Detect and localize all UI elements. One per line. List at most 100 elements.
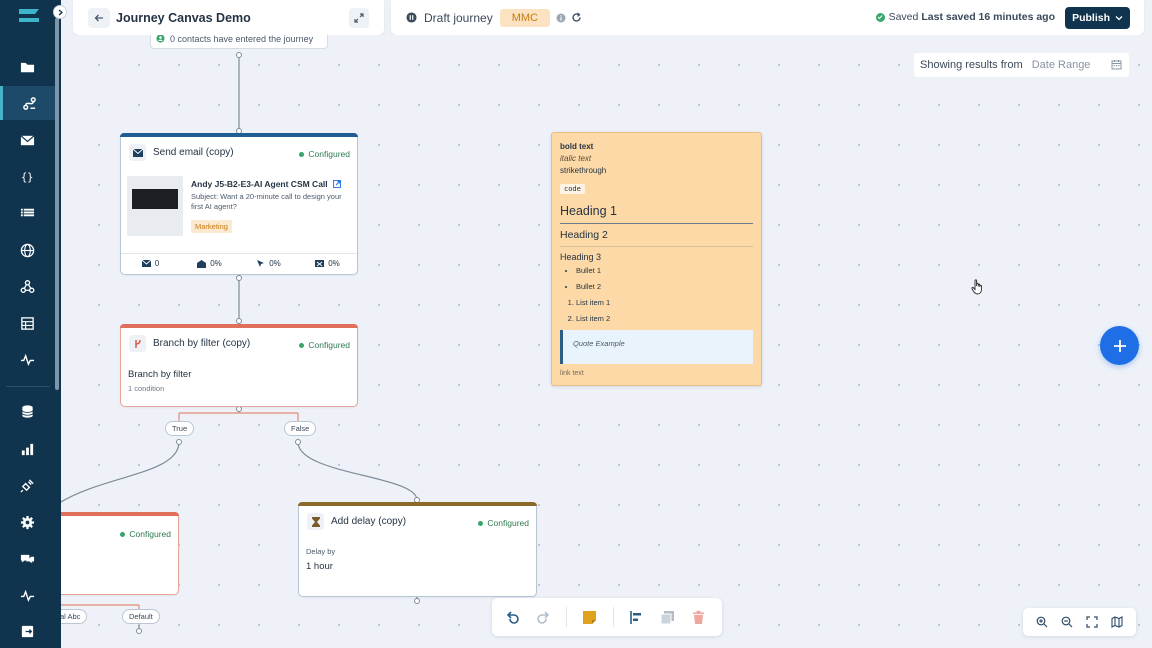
delay-label: Delay by <box>306 547 336 556</box>
nav-item-email[interactable] <box>0 123 55 157</box>
nav-item-tables[interactable] <box>0 306 55 340</box>
note-heading-2: Heading 2 <box>560 229 753 247</box>
add-delay-node[interactable]: Add delay (copy) Configured Delay by 1 h… <box>298 502 537 597</box>
zoom-in-button[interactable] <box>1035 615 1049 629</box>
zoom-out-button[interactable] <box>1060 615 1074 629</box>
email-preview-thumbnail[interactable] <box>127 176 183 236</box>
results-date-filter[interactable]: Showing results from Date Range <box>914 53 1129 77</box>
send-email-node[interactable]: Send email (copy) Configured Andy J5-B2-… <box>120 133 358 275</box>
hourglass-icon <box>307 513 324 530</box>
journey-canvas[interactable]: 0 contacts have entered the journey Send… <box>61 35 1152 648</box>
check-icon <box>875 12 885 22</box>
node-header: Send email (copy) <box>129 144 234 161</box>
open-icon <box>197 259 207 268</box>
status-badge: Configured <box>299 149 350 159</box>
branch-false-label[interactable]: False <box>284 421 317 436</box>
expand-button[interactable] <box>349 8 369 28</box>
nav-item-folders[interactable] <box>0 50 55 84</box>
status-dot <box>120 531 126 537</box>
nav-item-journeys[interactable] <box>0 86 55 120</box>
results-label: Showing results from <box>920 59 1023 71</box>
delete-button[interactable] <box>691 608 707 626</box>
nav-item-analytics[interactable] <box>0 432 55 466</box>
entry-count-chip: 0 contacts have entered the journey <box>150 35 328 49</box>
publish-button[interactable]: Publish <box>1065 7 1130 29</box>
note-link[interactable]: link text <box>560 370 753 377</box>
info-icon[interactable] <box>556 13 566 23</box>
calendar-icon[interactable] <box>1111 59 1122 70</box>
saved-label: Saved <box>888 11 919 23</box>
nav-item-code[interactable]: {} <box>0 159 55 193</box>
expand-icon <box>354 13 364 23</box>
undo-button[interactable] <box>504 608 520 626</box>
email-stats: 0 0% 0% 0% <box>121 253 357 273</box>
node-title: Add delay (copy) <box>331 516 407 527</box>
branch-true-label[interactable]: True <box>165 421 195 436</box>
journey-tag[interactable]: MMC <box>499 8 550 27</box>
node-title: Send email (copy) <box>153 147 234 158</box>
email-name[interactable]: Andy J5-B2-E3-AI Agent CSM Call <box>191 179 341 189</box>
canvas-toolbar <box>492 598 722 636</box>
plug-icon <box>20 478 34 493</box>
add-sticky-note-button[interactable] <box>582 608 598 626</box>
redo-icon <box>536 610 549 624</box>
duplicate-button[interactable] <box>660 608 676 626</box>
nav-item-activity[interactable] <box>0 342 55 376</box>
nav-item-pulse[interactable] <box>0 578 55 612</box>
journey-title[interactable]: Journey Canvas Demo <box>116 11 251 25</box>
minimap-button[interactable] <box>1110 615 1124 629</box>
nav-item-web[interactable] <box>0 233 55 267</box>
logout-icon <box>21 625 34 637</box>
pause-icon[interactable] <box>406 12 417 23</box>
external-link-icon[interactable] <box>333 180 341 188</box>
back-button[interactable] <box>88 7 110 28</box>
chat-icon <box>20 554 35 563</box>
status-badge: Configured <box>299 340 350 350</box>
zoom-out-icon <box>1061 616 1073 628</box>
align-button[interactable] <box>629 608 645 626</box>
add-node-button[interactable] <box>1100 326 1139 365</box>
branch-default-label[interactable]: Default <box>122 609 160 624</box>
stat-value: 0% <box>328 259 340 268</box>
unsubscribe-icon <box>315 259 325 267</box>
sticky-note-icon <box>583 610 597 624</box>
list-icon <box>20 208 35 216</box>
left-nav: {} <box>0 0 67 648</box>
status-dot <box>299 342 305 348</box>
journey-status-bar: Draft journey MMC Saved Last saved 16 mi… <box>391 0 1144 35</box>
sticky-note[interactable]: bold text italic text strikethrough code… <box>551 132 762 386</box>
refresh-icon[interactable] <box>571 12 582 23</box>
branch-filter-node[interactable]: Branch by filter (copy) Configured Branc… <box>120 324 358 407</box>
sent-icon <box>141 259 151 267</box>
nav-item-settings[interactable] <box>0 505 55 539</box>
nav-item-lists[interactable] <box>0 195 55 229</box>
date-range-input[interactable]: Date Range <box>1032 59 1091 71</box>
note-heading-1: Heading 1 <box>560 204 753 224</box>
node-header: Branch by filter (copy) <box>129 335 250 352</box>
publish-label: Publish <box>1072 12 1110 24</box>
branch-node-partial[interactable]: Configured <box>61 512 179 595</box>
database-icon <box>21 404 34 418</box>
fit-view-icon <box>1086 616 1098 628</box>
branch-name: Branch by filter <box>128 369 192 380</box>
nav-item-integrations[interactable] <box>0 468 55 502</box>
status-badge: Configured <box>478 518 529 528</box>
braces-icon: {} <box>21 171 33 183</box>
node-title: Branch by filter (copy) <box>153 338 251 349</box>
bar-chart-icon <box>21 443 34 455</box>
zoom-in-icon <box>1036 616 1048 628</box>
fit-view-button[interactable] <box>1085 615 1099 629</box>
stat-value: 0 <box>154 259 160 268</box>
nav-scrollbar[interactable] <box>55 18 59 390</box>
nav-item-data[interactable] <box>0 394 55 428</box>
nav-item-webhooks[interactable] <box>0 269 55 303</box>
nav-item-logout[interactable] <box>0 614 55 648</box>
nav-item-chat[interactable] <box>0 542 55 576</box>
brand-logo-icon[interactable] <box>17 6 43 24</box>
redo-button[interactable] <box>535 608 551 626</box>
branch-abc-label[interactable]: al Abc <box>61 609 88 624</box>
copy-icon <box>660 610 675 624</box>
collapse-nav-button[interactable] <box>53 5 67 19</box>
stat-value: 0% <box>269 259 281 268</box>
status-text: Configured <box>129 529 171 539</box>
